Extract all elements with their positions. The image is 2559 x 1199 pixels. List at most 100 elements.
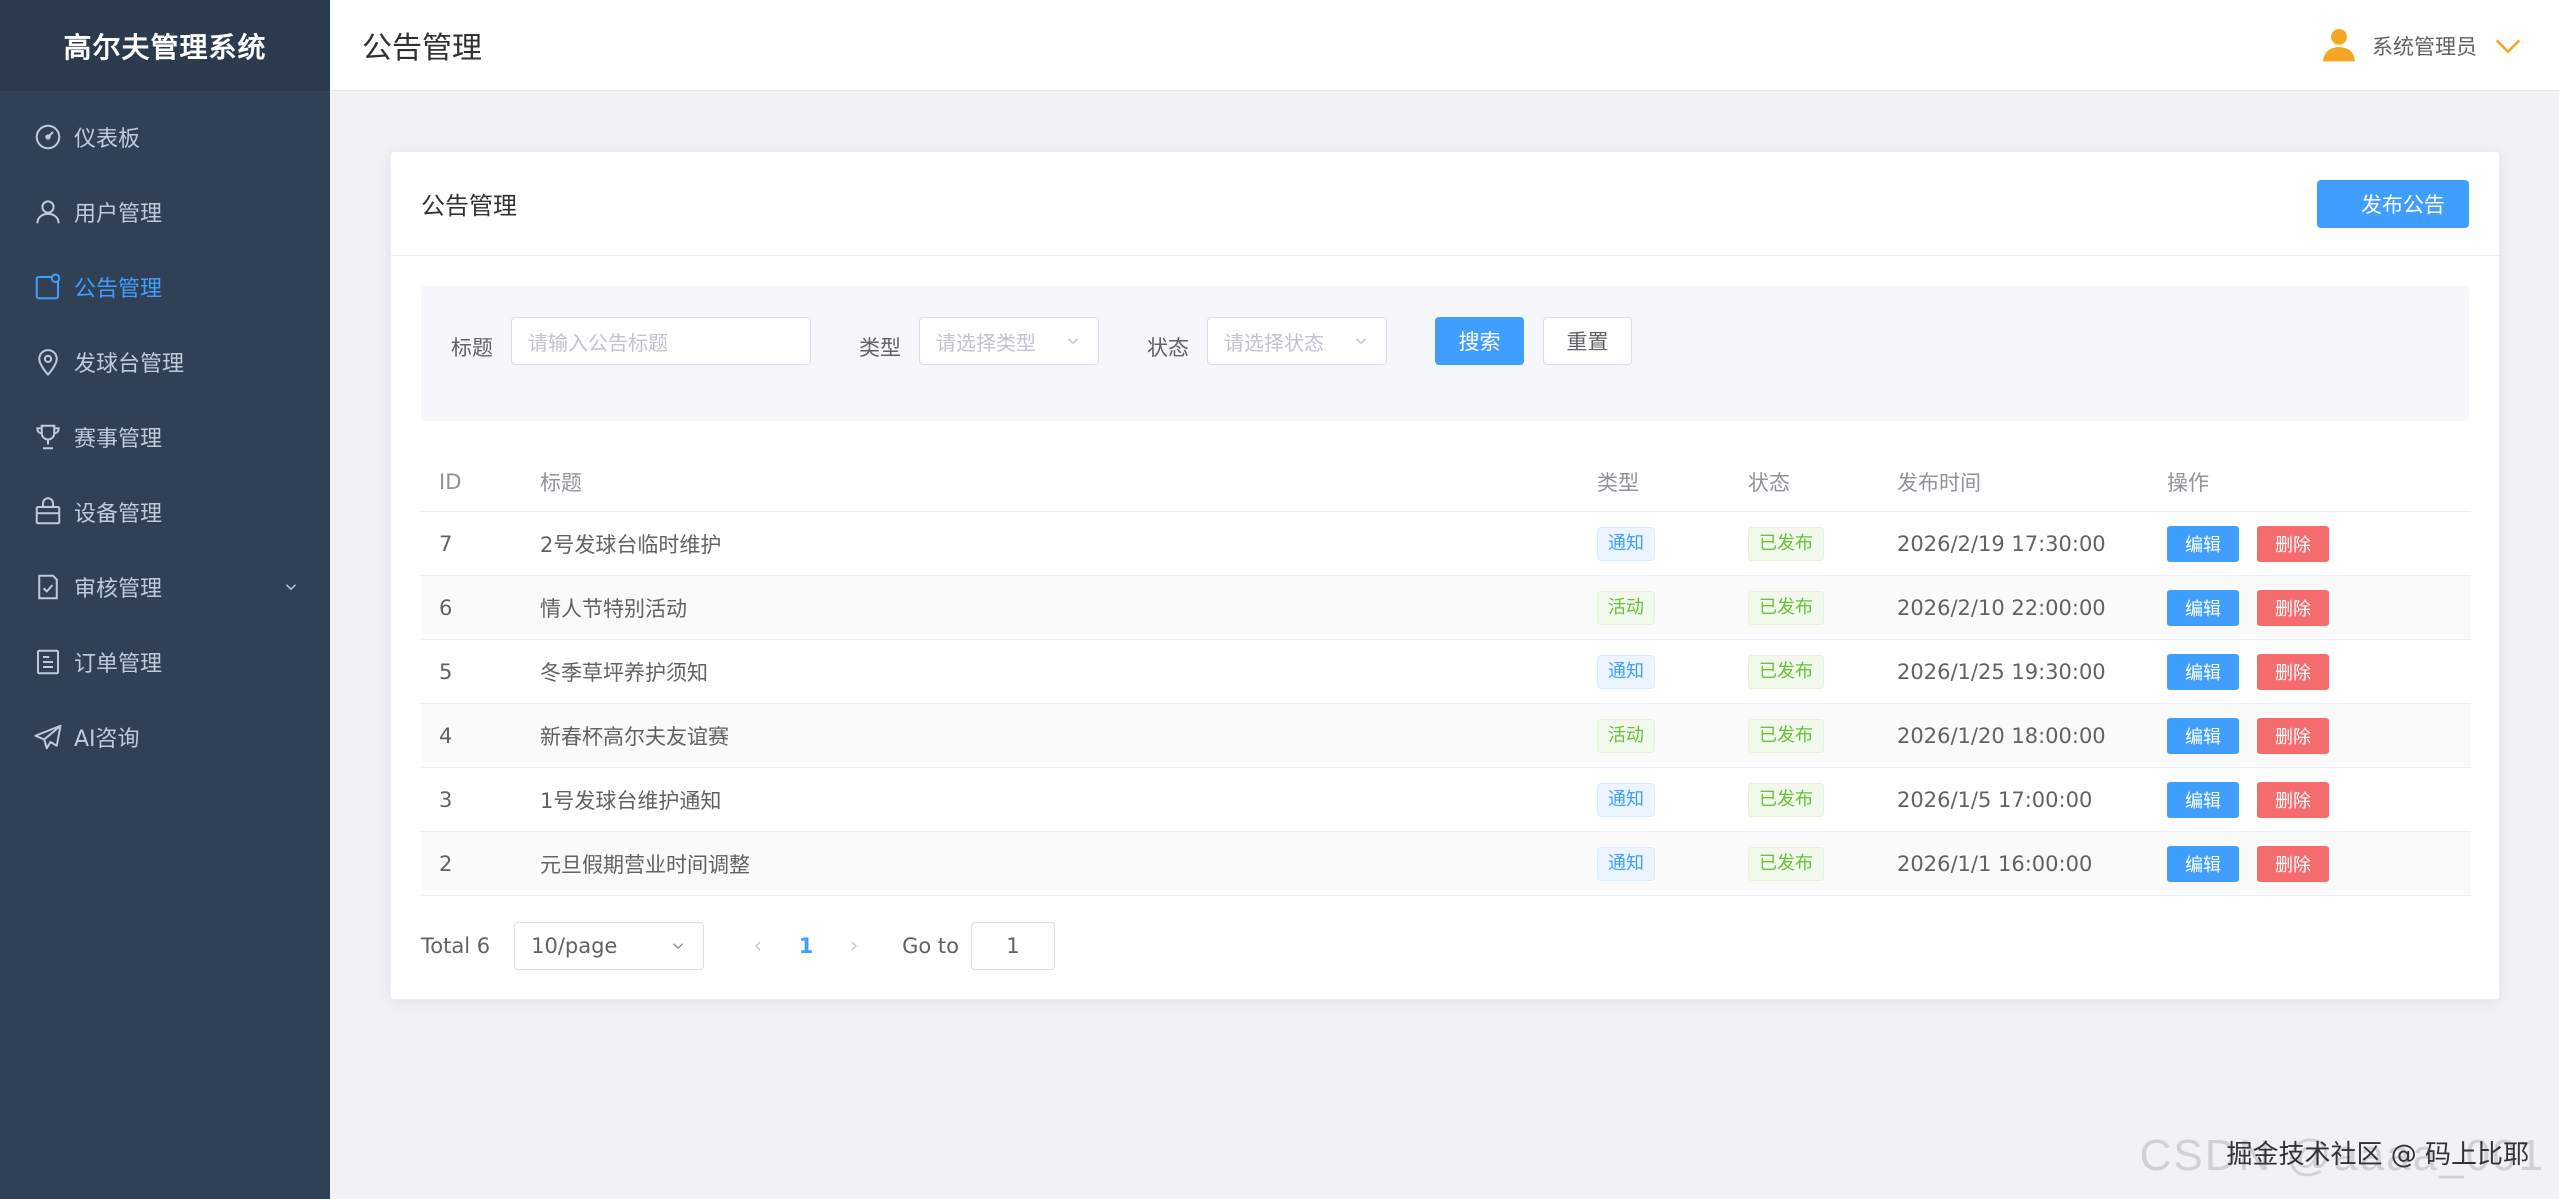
- chevron-down-icon[interactable]: [282, 578, 300, 596]
- order-icon: [32, 646, 64, 678]
- cell-type: 通知: [1597, 526, 1748, 561]
- delete-button[interactable]: 删除: [2257, 781, 2329, 818]
- type-select-placeholder: 请选择类型: [936, 330, 1036, 355]
- page-size-select[interactable]: 10/page: [514, 922, 705, 970]
- sidebar-item-tees[interactable]: 发球台管理: [0, 324, 330, 399]
- filter-form: 标题 请输入公告标题 类型 请选择类型 状态 请选择状态 搜索 重置: [421, 286, 2469, 421]
- edit-button[interactable]: 编辑: [2167, 717, 2239, 754]
- chevron-right-icon: [851, 941, 858, 951]
- chevron-down-icon[interactable]: [2491, 29, 2525, 63]
- avatar: [2320, 25, 2358, 67]
- edit-button[interactable]: 编辑: [2167, 589, 2239, 626]
- cell-id: 5: [439, 659, 453, 684]
- type-tag: 通知: [1597, 526, 1655, 561]
- column-header-time: 发布时间: [1897, 470, 1981, 495]
- type-filter-label: 类型: [859, 336, 901, 360]
- status-select-placeholder: 请选择状态: [1224, 330, 1324, 355]
- column-header-type: 类型: [1597, 470, 1639, 495]
- cell-status: 已发布: [1748, 590, 1897, 625]
- cell-title: 元旦假期营业时间调整: [540, 852, 750, 877]
- prev-page-button[interactable]: [734, 922, 782, 970]
- table-row: 3 1号发球台维护通知 通知 已发布 2026/1/5 17:00:00 编辑 删除: [421, 768, 2471, 832]
- sidebar-item-label: 审核管理: [74, 576, 163, 602]
- app-logo-title: 高尔夫管理系统: [0, 0, 330, 91]
- cell-title: 新春杯高尔夫友谊赛: [540, 724, 729, 749]
- type-tag: 通知: [1597, 782, 1655, 817]
- user-icon: [32, 196, 64, 228]
- notice-icon: [32, 271, 64, 303]
- cell-id: 7: [439, 531, 453, 556]
- bag-icon: [32, 496, 64, 528]
- cell-actions: 编辑 删除: [2167, 781, 2467, 818]
- cell-actions: 编辑 删除: [2167, 717, 2467, 754]
- delete-button[interactable]: 删除: [2257, 525, 2329, 562]
- sidebar-item-dashboard[interactable]: 仪表板: [0, 99, 330, 174]
- sidebar-item-label: 设备管理: [74, 501, 163, 527]
- next-page-button[interactable]: [830, 922, 878, 970]
- sidebar-item-orders[interactable]: 订单管理: [0, 624, 330, 699]
- sidebar-item-users[interactable]: 用户管理: [0, 174, 330, 249]
- sidebar-item-notices[interactable]: 公告管理: [0, 249, 330, 324]
- status-tag: 已发布: [1748, 718, 1824, 753]
- cell-id: 4: [439, 723, 453, 748]
- pagination-total: Total 6: [421, 934, 491, 958]
- cell-time: 2026/1/1 16:00:00: [1897, 851, 2093, 876]
- pagination: Total 6 10/page 1 Go to: [421, 922, 1055, 970]
- status-select[interactable]: 请选择状态: [1207, 317, 1387, 365]
- cell-actions: 编辑 删除: [2167, 525, 2467, 562]
- publish-notice-button[interactable]: 发布公告: [2317, 179, 2469, 228]
- column-header-actions: 操作: [2167, 470, 2209, 495]
- location-icon: [32, 346, 64, 378]
- delete-button[interactable]: 删除: [2257, 653, 2329, 690]
- cell-type: 通知: [1597, 782, 1748, 817]
- table-row: 7 2号发球台临时维护 通知 已发布 2026/2/19 17:30:00 编辑 删除: [421, 512, 2471, 576]
- edit-button[interactable]: 编辑: [2167, 845, 2239, 882]
- title-filter-label: 标题: [451, 336, 493, 360]
- sidebar: 高尔夫管理系统 仪表板 用户管理 公告管理 发球台管理 赛事管理 设备管理 审核…: [0, 0, 330, 1199]
- cell-title: 1号发球台维护通知: [540, 788, 722, 813]
- sidebar-item-label: 发球台管理: [74, 351, 185, 377]
- type-select[interactable]: 请选择类型: [919, 317, 1099, 365]
- table-header: ID 标题 类型 状态 发布时间 操作: [421, 452, 2471, 512]
- edit-button[interactable]: 编辑: [2167, 781, 2239, 818]
- sidebar-menu: 仪表板 用户管理 公告管理 发球台管理 赛事管理 设备管理 审核管理 订单管理 …: [0, 91, 330, 774]
- send-icon: [32, 721, 64, 753]
- edit-button[interactable]: 编辑: [2167, 525, 2239, 562]
- user-menu[interactable]: 系统管理员: [2320, 0, 2525, 91]
- cell-status: 已发布: [1748, 718, 1897, 753]
- title-search-input[interactable]: 请输入公告标题: [511, 317, 811, 365]
- status-tag: 已发布: [1748, 654, 1824, 689]
- search-button[interactable]: 搜索: [1435, 317, 1524, 365]
- cell-id: 2: [439, 851, 453, 876]
- cell-time: 2026/2/19 17:30:00: [1897, 531, 2106, 556]
- sidebar-item-label: AI咨询: [74, 726, 140, 752]
- delete-button[interactable]: 删除: [2257, 589, 2329, 626]
- table-row: 5 冬季草坪养护须知 通知 已发布 2026/1/25 19:30:00 编辑 删除: [421, 640, 2471, 704]
- sidebar-item-label: 赛事管理: [74, 426, 163, 452]
- reset-button[interactable]: 重置: [1543, 317, 1632, 365]
- delete-button[interactable]: 删除: [2257, 845, 2329, 882]
- sidebar-item-ai[interactable]: AI咨询: [0, 699, 330, 774]
- page-size-value: 10/page: [531, 934, 618, 958]
- top-header: 公告管理 系统管理员: [330, 0, 2559, 91]
- goto-label: Go to: [902, 934, 959, 958]
- sidebar-item-audit[interactable]: 审核管理: [0, 549, 330, 624]
- status-tag: 已发布: [1748, 590, 1824, 625]
- edit-button[interactable]: 编辑: [2167, 653, 2239, 690]
- cell-title: 情人节特别活动: [540, 596, 687, 621]
- table-row: 2 元旦假期营业时间调整 通知 已发布 2026/1/1 16:00:00 编辑 删除: [421, 832, 2471, 896]
- sidebar-item-events[interactable]: 赛事管理: [0, 399, 330, 474]
- chevron-down-icon: [1067, 338, 1079, 345]
- cell-title: 2号发球台临时维护: [540, 532, 722, 557]
- cell-status: 已发布: [1748, 654, 1897, 689]
- table-body: 7 2号发球台临时维护 通知 已发布 2026/2/19 17:30:00 编辑 删除 6 情人…: [421, 512, 2471, 896]
- goto-page-input[interactable]: [970, 922, 1055, 970]
- notice-table: ID 标题 类型 状态 发布时间 操作 7 2号发球台临时维护 通知 已发布 2026/…: [421, 452, 2471, 896]
- cell-type: 通知: [1597, 846, 1748, 881]
- delete-button[interactable]: 删除: [2257, 717, 2329, 754]
- cell-time: 2026/1/20 18:00:00: [1897, 723, 2106, 748]
- cell-actions: 编辑 删除: [2167, 845, 2467, 882]
- cell-id: 6: [439, 595, 453, 620]
- page-number[interactable]: 1: [782, 934, 830, 958]
- sidebar-item-equipment[interactable]: 设备管理: [0, 474, 330, 549]
